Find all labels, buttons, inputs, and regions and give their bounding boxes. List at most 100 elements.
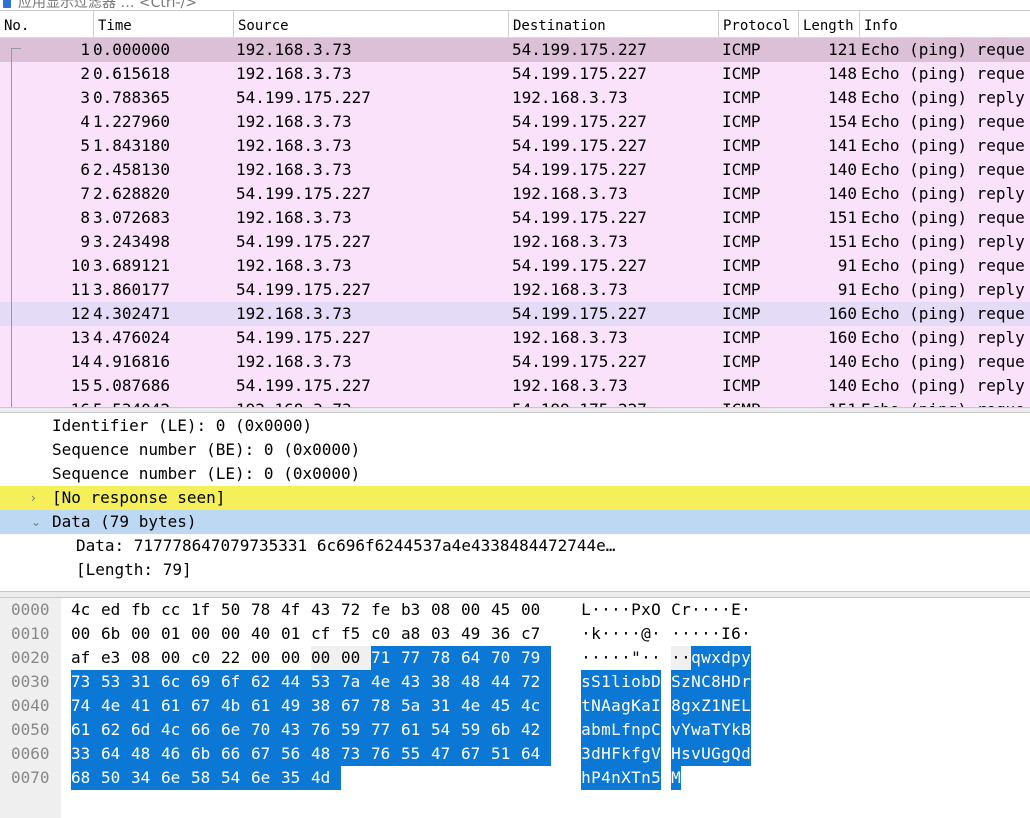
packet-row[interactable]: 12 4.302471 192.168.3.73 54.199.175.227 ICMP… <box>0 302 1030 326</box>
hex-byte[interactable]: 64 <box>521 742 551 766</box>
ascii-byte[interactable]: E <box>731 598 741 622</box>
ascii-byte[interactable]: B <box>741 718 751 742</box>
hex-byte[interactable]: 70 <box>491 646 521 670</box>
hex-byte[interactable]: 4e <box>461 694 491 718</box>
ascii-byte[interactable]: 5 <box>651 766 661 790</box>
hex-byte[interactable]: 69 <box>191 670 221 694</box>
ascii-byte[interactable]: · <box>651 622 661 646</box>
ascii-byte[interactable]: U <box>701 742 711 766</box>
ascii-byte[interactable]: a <box>581 718 591 742</box>
ascii-byte[interactable]: T <box>631 766 641 790</box>
column-header-no[interactable]: No. <box>0 11 93 37</box>
hex-byte[interactable]: cf <box>311 622 341 646</box>
ascii-byte[interactable]: · <box>601 622 611 646</box>
hex-byte[interactable]: 46 <box>161 742 191 766</box>
hex-byte[interactable]: 54 <box>431 718 461 742</box>
hex-byte[interactable]: fb <box>131 598 161 622</box>
packet-row[interactable]: 10 3.689121 192.168.3.73 54.199.175.227 ICMP… <box>0 254 1030 278</box>
hex-byte[interactable]: 67 <box>251 742 281 766</box>
hex-byte[interactable]: 68 <box>71 766 101 790</box>
ascii-byte[interactable]: · <box>701 622 711 646</box>
ascii-byte[interactable]: " <box>631 646 641 670</box>
display-filter-input[interactable]: 应用显示过滤器 … <Ctrl-/> <box>18 0 197 10</box>
hex-byte[interactable]: 54 <box>221 766 251 790</box>
column-header-destination[interactable]: Destination <box>508 11 718 37</box>
hex-byte[interactable]: 6e <box>161 766 191 790</box>
ascii-byte[interactable]: · <box>641 646 651 670</box>
column-header-time[interactable]: Time <box>93 11 233 37</box>
hex-byte[interactable]: 6b <box>101 622 131 646</box>
packet-row[interactable]: 7 2.628820 54.199.175.227 192.168.3.73 ICMP 1… <box>0 182 1030 206</box>
ascii-byte[interactable]: @ <box>641 622 651 646</box>
ascii-byte[interactable]: 1 <box>601 670 611 694</box>
hex-byte[interactable]: c0 <box>371 622 401 646</box>
ascii-byte[interactable]: r <box>741 670 751 694</box>
ascii-byte[interactable]: p <box>641 718 651 742</box>
hex-byte[interactable]: 48 <box>461 670 491 694</box>
hex-byte[interactable]: 00 <box>71 622 101 646</box>
ascii-byte[interactable]: r <box>681 598 691 622</box>
ascii-byte[interactable]: D <box>651 670 661 694</box>
ascii-byte[interactable]: C <box>701 670 711 694</box>
ascii-byte[interactable]: S <box>671 670 681 694</box>
ascii-byte[interactable]: E <box>731 694 741 718</box>
ascii-byte[interactable]: · <box>701 598 711 622</box>
ascii-byte[interactable]: w <box>691 718 701 742</box>
hex-byte[interactable]: 08 <box>131 646 161 670</box>
detail-line[interactable]: Sequence number (LE): 0 (0x0000) <box>0 462 1030 486</box>
ascii-byte[interactable]: · <box>711 622 721 646</box>
ascii-byte[interactable]: d <box>591 742 601 766</box>
chevron-right-icon[interactable]: › <box>31 486 36 510</box>
hex-byte[interactable]: 78 <box>371 694 401 718</box>
ascii-byte[interactable]: O <box>651 598 661 622</box>
packet-row[interactable]: 11 3.860177 54.199.175.227 192.168.3.73 ICMP… <box>0 278 1030 302</box>
hex-byte[interactable]: 4b <box>221 694 251 718</box>
ascii-byte[interactable]: 8 <box>671 694 681 718</box>
ascii-byte[interactable]: · <box>681 646 691 670</box>
ascii-byte[interactable]: Y <box>681 718 691 742</box>
hex-byte[interactable]: 47 <box>431 742 461 766</box>
hex-byte[interactable]: 56 <box>281 742 311 766</box>
hex-byte[interactable]: 67 <box>191 694 221 718</box>
ascii-byte[interactable]: N <box>591 694 601 718</box>
hex-byte[interactable]: 62 <box>251 670 281 694</box>
hex-byte[interactable]: 59 <box>341 718 371 742</box>
ascii-byte[interactable]: x <box>641 598 651 622</box>
column-header-info[interactable]: Info <box>859 11 1030 37</box>
ascii-byte[interactable]: · <box>631 622 641 646</box>
hex-byte[interactable]: 53 <box>101 670 131 694</box>
ascii-byte[interactable]: t <box>581 694 591 718</box>
ascii-byte[interactable]: · <box>621 646 631 670</box>
ascii-byte[interactable]: a <box>641 694 651 718</box>
ascii-byte[interactable]: w <box>701 646 711 670</box>
packet-row[interactable]: 1 0.000000 192.168.3.73 54.199.175.227 ICMP 1… <box>0 38 1030 62</box>
hex-byte[interactable]: 6e <box>221 718 251 742</box>
hex-byte[interactable]: a8 <box>401 622 431 646</box>
ascii-byte[interactable]: · <box>691 598 701 622</box>
ascii-byte[interactable]: · <box>611 622 621 646</box>
ascii-byte[interactable]: x <box>711 646 721 670</box>
hex-byte[interactable]: 67 <box>341 694 371 718</box>
ascii-byte[interactable]: k <box>591 622 601 646</box>
ascii-byte[interactable]: · <box>581 622 591 646</box>
hex-byte[interactable]: 77 <box>371 718 401 742</box>
ascii-byte[interactable]: b <box>641 670 651 694</box>
hex-byte[interactable]: 43 <box>281 718 311 742</box>
ascii-byte[interactable]: S <box>591 670 601 694</box>
hex-byte[interactable]: 73 <box>341 742 371 766</box>
hex-byte[interactable]: 00 <box>191 622 221 646</box>
ascii-byte[interactable]: P <box>591 766 601 790</box>
ascii-byte[interactable]: p <box>731 646 741 670</box>
ascii-byte[interactable]: T <box>711 718 721 742</box>
packet-row[interactable]: 165.534042192.168.3.73 54.199.175.227 ICMP… <box>0 398 1030 407</box>
ascii-byte[interactable]: n <box>641 766 651 790</box>
hex-byte[interactable]: 00 <box>281 646 311 670</box>
ascii-byte[interactable]: · <box>691 622 701 646</box>
hex-byte[interactable]: 61 <box>401 718 431 742</box>
hex-byte[interactable]: 76 <box>371 742 401 766</box>
ascii-byte[interactable]: d <box>721 646 731 670</box>
column-header-length[interactable]: Length <box>798 11 859 37</box>
hex-byte[interactable]: 41 <box>131 694 161 718</box>
hex-byte[interactable]: 00 <box>311 646 341 670</box>
ascii-byte[interactable]: F <box>611 742 621 766</box>
